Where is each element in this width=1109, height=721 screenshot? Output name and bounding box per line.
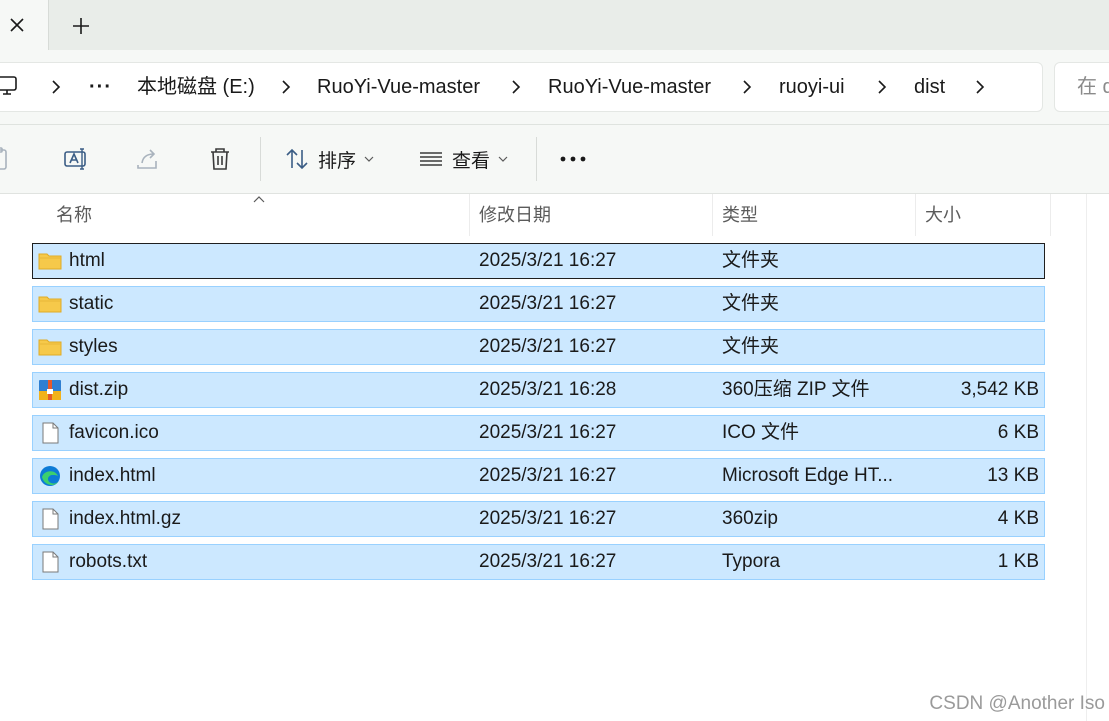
file-type: Typora: [722, 551, 781, 572]
file-name: favicon.ico: [69, 422, 159, 443]
breadcrumb-ruoyi-vue-master-2[interactable]: RuoYi-Vue-master: [548, 63, 711, 111]
breadcrumb-more[interactable]: ···: [89, 63, 112, 111]
more-options-button[interactable]: [558, 139, 588, 179]
file-icon: [38, 551, 62, 573]
chevron-right-icon[interactable]: [739, 79, 755, 95]
file-row[interactable]: favicon.ico 2025/3/21 16:27 ICO 文件 6 KB: [32, 415, 1045, 451]
search-placeholder: 在 d: [1077, 76, 1109, 98]
file-date: 2025/3/21 16:27: [479, 336, 617, 357]
rename-icon[interactable]: [62, 145, 90, 173]
breadcrumb-ruoyi-ui[interactable]: ruoyi-ui: [779, 63, 845, 111]
file-date: 2025/3/21 16:27: [479, 250, 617, 271]
file-size: 1 KB: [997, 551, 1039, 572]
file-name: index.html: [69, 465, 156, 486]
search-input[interactable]: 在 d: [1054, 62, 1109, 112]
file-size: 6 KB: [997, 422, 1039, 443]
column-divider[interactable]: [915, 194, 916, 236]
chevron-down-icon: [498, 156, 508, 162]
file-type: 文件夹: [722, 293, 780, 314]
file-row[interactable]: robots.txt 2025/3/21 16:27 Typora 1 KB: [32, 544, 1045, 580]
file-type: 文件夹: [722, 336, 780, 357]
file-size: 13 KB: [987, 465, 1039, 486]
paste-icon[interactable]: [0, 145, 14, 173]
command-bar: 排序 查看: [0, 125, 1109, 194]
delete-icon[interactable]: [206, 145, 234, 173]
file-row[interactable]: index.html.gz 2025/3/21 16:27 360zip 4 KB: [32, 501, 1045, 537]
breadcrumb-ruoyi-vue-master-1[interactable]: RuoYi-Vue-master: [317, 63, 480, 111]
active-tab[interactable]: [0, 0, 49, 50]
file-date: 2025/3/21 16:27: [479, 422, 617, 443]
column-divider[interactable]: [1050, 194, 1051, 236]
file-name: static: [69, 293, 114, 314]
file-date: 2025/3/21 16:27: [479, 508, 617, 529]
view-label: 查看: [452, 150, 491, 172]
column-header-type[interactable]: 类型: [722, 194, 758, 236]
tab-strip: [0, 0, 1109, 50]
file-name: robots.txt: [69, 551, 148, 572]
close-icon[interactable]: [4, 12, 30, 38]
file-row[interactable]: static 2025/3/21 16:27 文件夹: [32, 286, 1045, 322]
file-type: 文件夹: [722, 250, 780, 271]
address-bar[interactable]: ··· 本地磁盘 (E:) RuoYi-Vue-master RuoYi-Vue…: [0, 62, 1043, 112]
folder-icon: [38, 293, 62, 315]
column-divider[interactable]: [712, 194, 713, 236]
file-size: 4 KB: [997, 508, 1039, 529]
computer-icon: [0, 76, 19, 101]
column-header-size[interactable]: 大小: [925, 194, 961, 236]
file-type: Microsoft Edge HT...: [722, 465, 894, 486]
file-date: 2025/3/21 16:28: [479, 379, 617, 400]
chevron-right-icon[interactable]: [508, 79, 524, 95]
view-list-icon: [420, 152, 442, 166]
file-date: 2025/3/21 16:27: [479, 465, 617, 486]
address-row: ··· 本地磁盘 (E:) RuoYi-Vue-master RuoYi-Vue…: [0, 50, 1109, 125]
edge-icon: [38, 465, 62, 487]
file-list: 名称 修改日期 类型 大小 html 2025/3/21 16:27 文件夹 stat…: [0, 194, 1109, 721]
zip-archive-icon: [38, 379, 62, 401]
file-date: 2025/3/21 16:27: [479, 551, 617, 572]
divider: [260, 137, 261, 181]
chevron-right-icon[interactable]: [874, 79, 890, 95]
scroll-track[interactable]: [1086, 194, 1087, 721]
column-header-date[interactable]: 修改日期: [479, 194, 551, 236]
chevron-down-icon: [364, 156, 374, 162]
view-button[interactable]: 查看: [418, 139, 508, 179]
file-row[interactable]: dist.zip 2025/3/21 16:28 360压缩 ZIP 文件 3,542…: [32, 372, 1045, 408]
chevron-right-icon[interactable]: [972, 79, 988, 95]
file-type: ICO 文件: [722, 422, 800, 443]
folder-icon: [38, 250, 62, 272]
file-name: styles: [69, 336, 118, 357]
share-icon[interactable]: [134, 145, 162, 173]
sort-ascending-icon: [253, 196, 265, 203]
file-size: 3,542 KB: [960, 379, 1039, 400]
file-name: index.html.gz: [69, 508, 181, 529]
more-icon: [560, 156, 586, 162]
file-row[interactable]: index.html 2025/3/21 16:27 Microsoft Edge …: [32, 458, 1045, 494]
file-icon: [38, 422, 62, 444]
chevron-right-icon[interactable]: [278, 79, 294, 95]
file-icon: [38, 508, 62, 530]
file-type: 360zip: [722, 508, 778, 529]
file-type: 360压缩 ZIP 文件: [722, 379, 870, 400]
breadcrumb-dist[interactable]: dist: [914, 63, 945, 111]
folder-icon: [38, 336, 62, 358]
divider: [536, 137, 537, 181]
breadcrumb-drive[interactable]: 本地磁盘 (E:): [137, 63, 255, 111]
file-name: dist.zip: [69, 379, 129, 400]
watermark: CSDN @Another Iso: [929, 693, 1105, 714]
file-row[interactable]: styles 2025/3/21 16:27 文件夹: [32, 329, 1045, 365]
file-date: 2025/3/21 16:27: [479, 293, 617, 314]
column-header-name[interactable]: 名称: [56, 194, 92, 236]
sort-button[interactable]: 排序: [284, 139, 374, 179]
sort-icon: [286, 148, 308, 170]
sort-label: 排序: [318, 150, 357, 172]
chevron-right-icon[interactable]: [48, 79, 64, 95]
column-divider[interactable]: [469, 194, 470, 236]
file-name: html: [69, 250, 105, 271]
plus-icon[interactable]: [64, 9, 98, 43]
file-row[interactable]: html 2025/3/21 16:27 文件夹: [32, 243, 1045, 279]
